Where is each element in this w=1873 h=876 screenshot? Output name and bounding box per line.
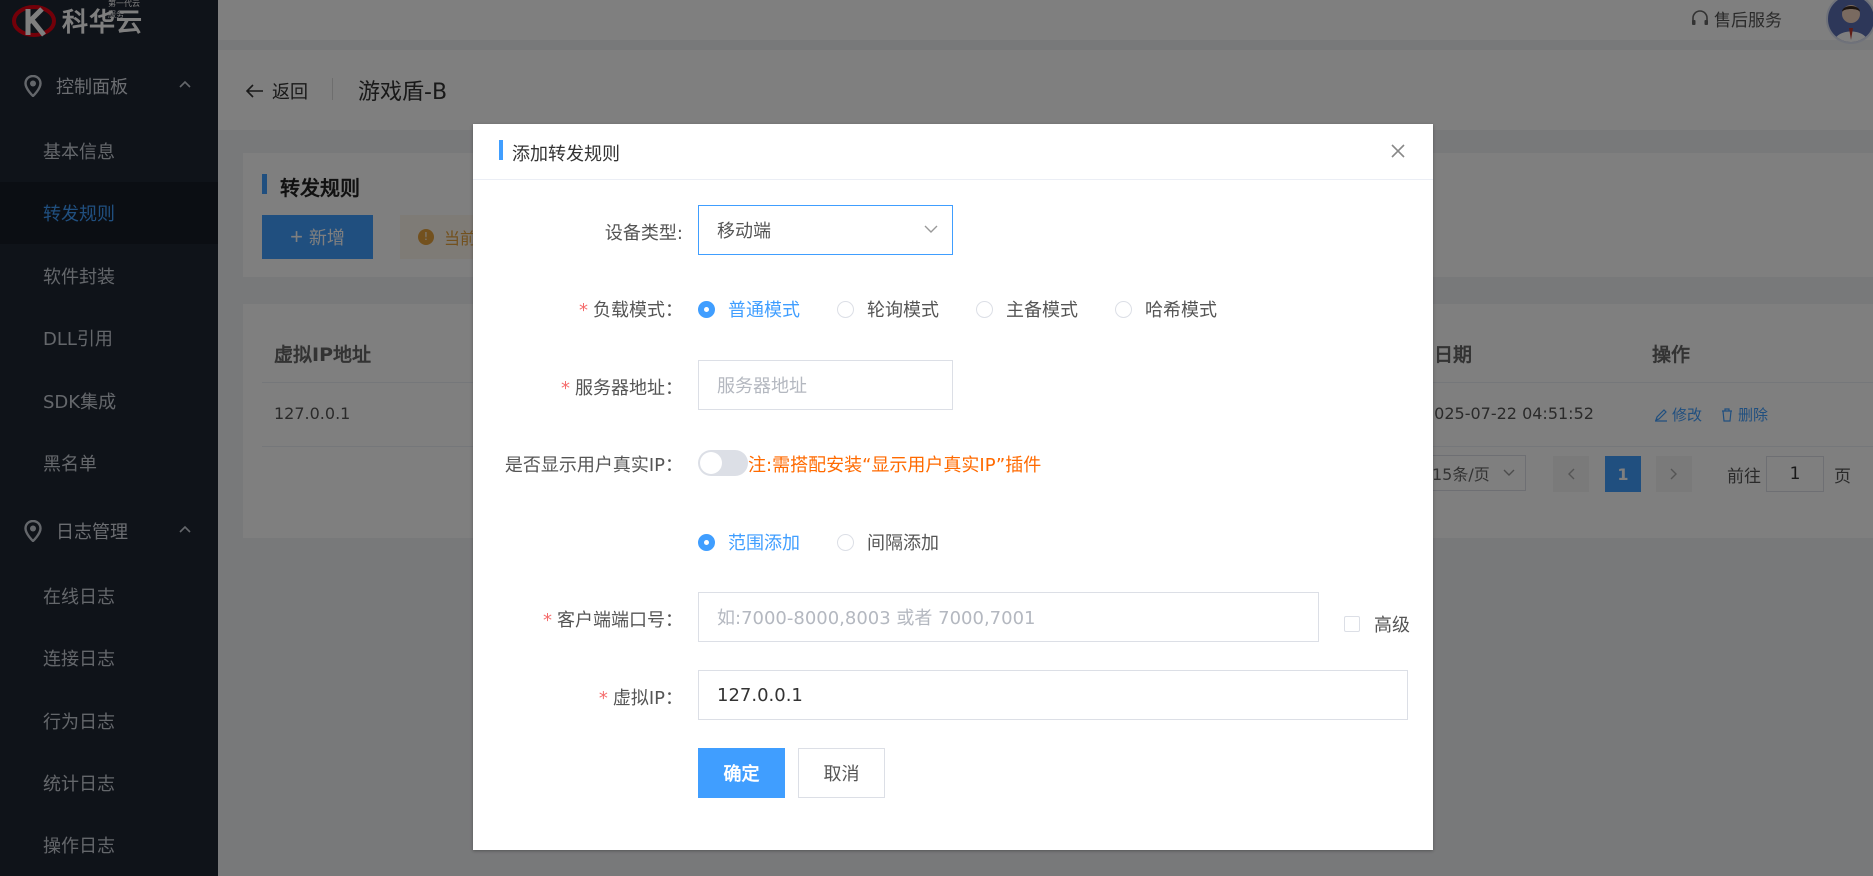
radio-failover-mode[interactable]: 主备模式 — [976, 296, 1078, 322]
radio-circle — [1115, 300, 1132, 318]
load-mode-label: * 负载模式： — [579, 300, 683, 321]
radio-label: 范围添加 — [728, 533, 800, 554]
virtual-ip-value: 127.0.0.1 — [717, 684, 803, 706]
close-icon[interactable] — [1389, 142, 1407, 160]
radio-normal-mode[interactable]: 普通模式 — [698, 296, 800, 322]
virtual-ip-label-text: 虚拟IP： — [612, 688, 683, 709]
dialog-header: 添加转发规则 — [473, 124, 1433, 180]
client-port-placeholder: 如:7000-8000,8003 或者 7000,7001 — [717, 608, 1036, 629]
chevron-down-icon — [924, 225, 938, 233]
radio-label: 间隔添加 — [867, 533, 939, 554]
server-address-input[interactable]: 服务器地址 — [698, 360, 953, 410]
radio-circle — [698, 533, 715, 551]
confirm-button[interactable]: 确定 — [698, 748, 785, 798]
radio-label: 轮询模式 — [867, 300, 939, 321]
radio-label: 普通模式 — [728, 300, 800, 321]
radio-circle — [837, 300, 854, 318]
checkbox-box — [1344, 616, 1360, 632]
add-rule-dialog: 添加转发规则 设备类型: 移动端 * 负载模式： 普通模式 轮询模式 主备模式 哈… — [473, 124, 1433, 850]
load-mode-label-text: 负载模式： — [593, 300, 683, 321]
device-type-label: 设备类型: — [604, 223, 683, 244]
advanced-checkbox[interactable]: 高级 — [1344, 611, 1410, 637]
add-mode-radio-group: 范围添加 间隔添加 — [698, 529, 976, 555]
device-type-value: 移动端 — [717, 221, 771, 242]
show-real-ip-toggle[interactable] — [698, 450, 748, 476]
radio-label: 哈希模式 — [1145, 300, 1217, 321]
show-real-ip-label: 是否显示用户真实IP： — [504, 455, 683, 476]
cancel-button[interactable]: 取消 — [798, 748, 885, 798]
radio-range-add[interactable]: 范围添加 — [698, 529, 800, 555]
radio-hash-mode[interactable]: 哈希模式 — [1115, 296, 1217, 322]
client-port-input[interactable]: 如:7000-8000,8003 或者 7000,7001 — [698, 592, 1319, 642]
server-address-placeholder: 服务器地址 — [717, 376, 807, 397]
radio-circle — [837, 533, 854, 551]
client-port-label-text: 客户端端口号： — [557, 610, 683, 631]
advanced-label: 高级 — [1374, 615, 1410, 636]
radio-circle — [976, 300, 993, 318]
radio-circle — [698, 300, 715, 318]
virtual-ip-label: * 虚拟IP： — [598, 688, 683, 709]
client-port-label: * 客户端端口号： — [543, 610, 683, 631]
load-mode-radio-group: 普通模式 轮询模式 主备模式 哈希模式 — [698, 296, 1254, 322]
server-address-label-text: 服务器地址： — [575, 378, 683, 399]
dialog-title: 添加转发规则 — [499, 140, 620, 166]
radio-interval-add[interactable]: 间隔添加 — [837, 529, 939, 555]
show-real-ip-note: 注:需搭配安装“显示用户真实IP”插件 — [748, 455, 1042, 476]
server-address-label: * 服务器地址： — [561, 378, 683, 399]
virtual-ip-input[interactable]: 127.0.0.1 — [698, 670, 1408, 720]
radio-round-robin-mode[interactable]: 轮询模式 — [837, 296, 939, 322]
device-type-select[interactable]: 移动端 — [698, 205, 953, 255]
radio-label: 主备模式 — [1006, 300, 1078, 321]
